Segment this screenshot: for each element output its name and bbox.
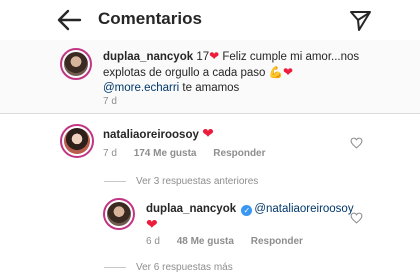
verified-badge-icon: ✓ (241, 205, 253, 216)
reply-username[interactable]: duplaa_nancyok (146, 203, 236, 215)
caption-text: duplaa_nancyok 17❤ Feliz cumple mi amor.… (103, 49, 360, 94)
heart-icon: ❤ (146, 216, 158, 232)
view-previous-replies[interactable]: Ver 3 respuestas anteriores (104, 176, 258, 187)
like-heart-outline-icon[interactable] (350, 212, 363, 224)
reply-button[interactable]: Responder (213, 148, 265, 159)
caption-username[interactable]: duplaa_nancyok (103, 51, 193, 63)
reply-button[interactable]: Responder (251, 236, 303, 247)
page-title: Comentarios (98, 9, 202, 28)
flexed-biceps-emoji: 💪 (268, 67, 283, 79)
caption-mention[interactable]: @more.echarri (103, 82, 179, 94)
caption-meta: 7 d (103, 96, 131, 107)
comment-meta: 7 d 174 Me gusta Responder (103, 148, 280, 159)
comment-text: nataliaoreiroosoy ❤ (103, 126, 214, 143)
caption-time: 7 d (103, 96, 117, 107)
reply-time: 6 d (146, 236, 160, 247)
view-more-replies[interactable]: Ver 6 respuestas más (104, 262, 233, 273)
heart-icon: ❤ (282, 65, 293, 79)
avatar[interactable] (103, 198, 135, 230)
heart-icon: ❤ (209, 49, 220, 63)
caption-block: duplaa_nancyok 17❤ Feliz cumple mi amor.… (0, 40, 420, 114)
reply-mention[interactable]: @nataliaoreiroosoy (254, 203, 353, 215)
comment-likes[interactable]: 174 Me gusta (134, 148, 197, 159)
header-bar: Comentarios (0, 0, 420, 40)
avatar[interactable] (60, 124, 94, 158)
direct-send-icon[interactable] (348, 8, 372, 32)
reply-divider (104, 180, 126, 182)
avatar[interactable] (60, 48, 92, 80)
comment-time: 7 d (103, 148, 117, 159)
comment-username[interactable]: nataliaoreiroosoy (103, 129, 199, 141)
reply-text: duplaa_nancyok ✓ @nataliaoreiroosoy ❤ (146, 202, 366, 234)
like-heart-outline-icon[interactable] (350, 137, 363, 149)
heart-icon: ❤ (202, 125, 214, 141)
reply-divider (104, 266, 126, 268)
reply-meta: 6 d 48 Me gusta Responder (146, 236, 317, 247)
back-arrow-icon[interactable] (56, 8, 82, 32)
reply-likes[interactable]: 48 Me gusta (177, 236, 234, 247)
